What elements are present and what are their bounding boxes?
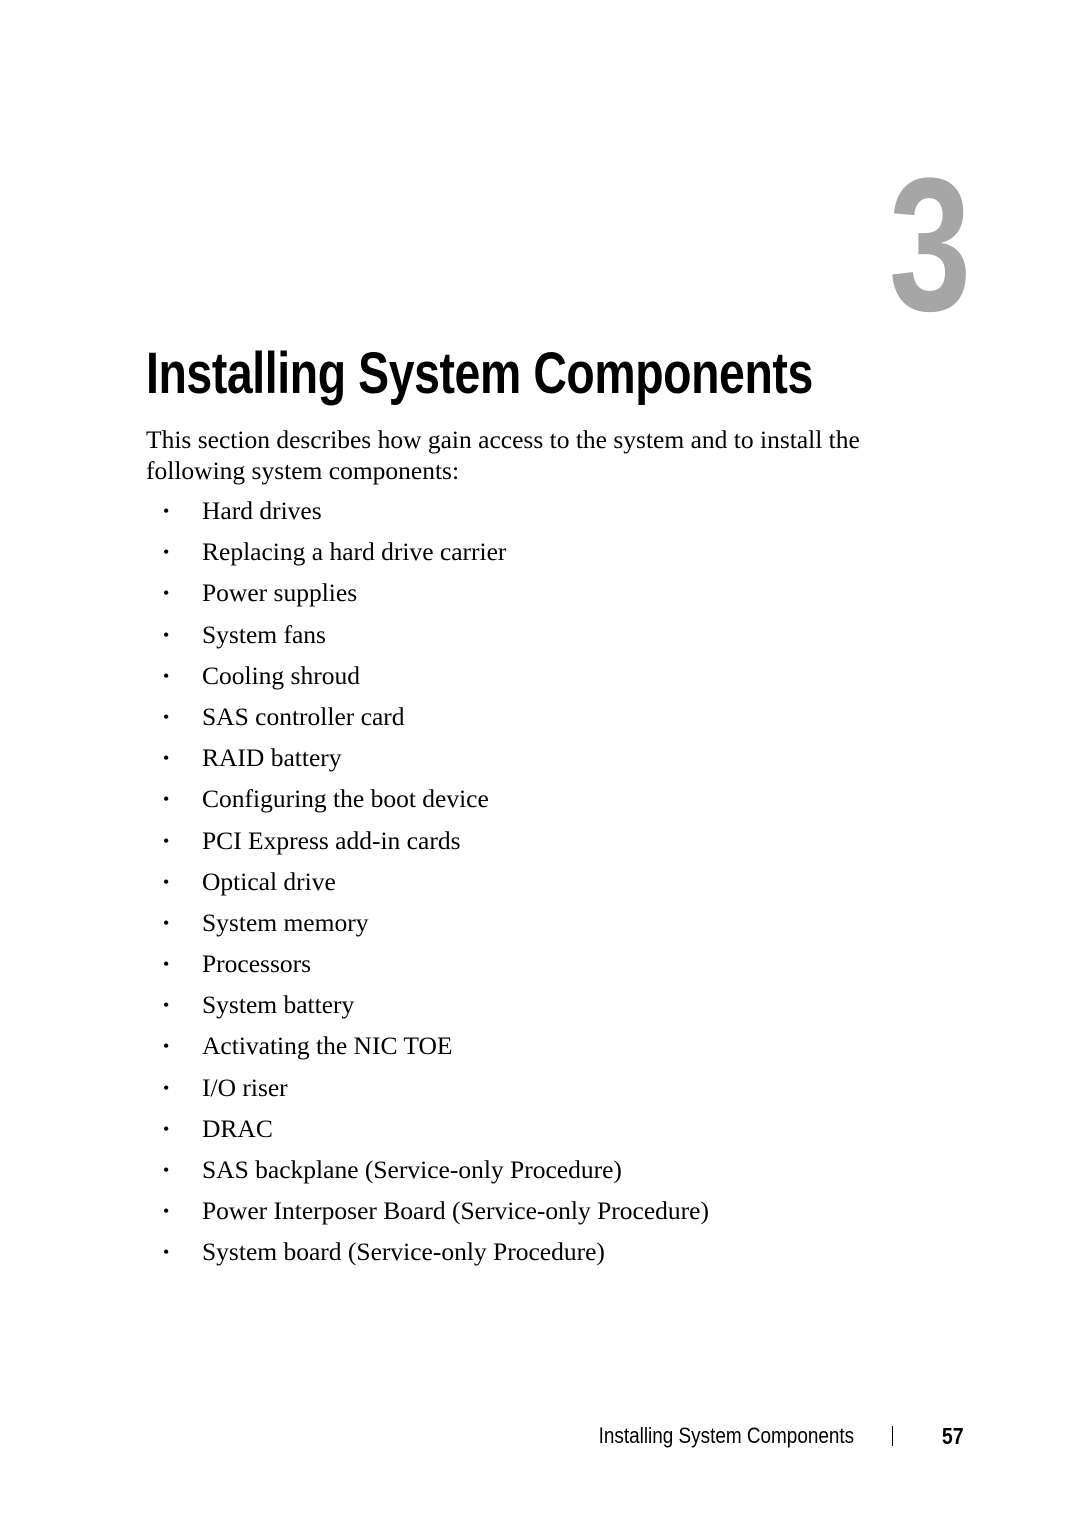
list-item: • SAS controller card bbox=[146, 700, 709, 741]
list-item: • RAID battery bbox=[146, 741, 709, 782]
list-item-label: System fans bbox=[202, 619, 326, 649]
list-item-label: RAID battery bbox=[202, 743, 342, 773]
bullet-icon: • bbox=[163, 912, 170, 933]
list-item: • DRAC bbox=[146, 1112, 709, 1153]
list-item-label: Processors bbox=[202, 949, 312, 979]
list-item: • System memory bbox=[146, 906, 709, 947]
bullet-icon: • bbox=[163, 1242, 170, 1263]
list-item-label: Replacing a hard drive carrier bbox=[202, 537, 507, 567]
list-item: • System fans bbox=[146, 618, 709, 659]
footer-divider bbox=[892, 1426, 893, 1446]
bullet-icon: • bbox=[163, 665, 170, 686]
chapter-number: 3 bbox=[889, 139, 971, 351]
list-item-label: System battery bbox=[202, 990, 355, 1020]
list-item-label: Hard drives bbox=[202, 496, 322, 525]
bullet-icon: • bbox=[163, 1118, 170, 1139]
bullet-icon: • bbox=[163, 1036, 170, 1057]
list-item-label: Power supplies bbox=[202, 578, 358, 608]
list-item: • I/O riser bbox=[146, 1071, 709, 1112]
list-item-label: DRAC bbox=[202, 1113, 273, 1143]
bullet-icon: • bbox=[163, 995, 170, 1016]
list-item-label: System memory bbox=[202, 907, 369, 937]
component-list: • Hard drives • Replacing a hard drive car… bbox=[146, 494, 709, 1277]
list-item-label: Optical drive bbox=[202, 866, 336, 896]
bullet-icon: • bbox=[163, 748, 170, 769]
chapter-title: Installing System Components bbox=[146, 341, 813, 406]
list-item: • Hard drives bbox=[146, 494, 709, 535]
list-item-label: Activating the NIC TOE bbox=[202, 1031, 453, 1061]
list-item: • Cooling shroud bbox=[146, 659, 709, 700]
bullet-icon: • bbox=[163, 706, 170, 727]
list-item: • Replacing a hard drive carrier bbox=[146, 535, 709, 576]
bullet-icon: • bbox=[163, 583, 170, 604]
page-number: 57 bbox=[942, 1423, 964, 1449]
bullet-icon: • bbox=[163, 542, 170, 563]
bullet-icon: • bbox=[163, 830, 170, 851]
list-item-label: Power Interposer Board (Service-only Pro… bbox=[202, 1196, 709, 1226]
list-item: • Activating the NIC TOE bbox=[146, 1029, 709, 1070]
bullet-icon: • bbox=[163, 1160, 170, 1180]
bullet-icon: • bbox=[163, 954, 170, 975]
list-item-label: Cooling shroud bbox=[202, 660, 360, 690]
bullet-icon: • bbox=[163, 624, 170, 645]
list-item: • Power supplies bbox=[146, 576, 709, 617]
footer-section-title: Installing System Components bbox=[598, 1423, 854, 1448]
list-item: • Power Interposer Board (Service-only Pr… bbox=[146, 1194, 709, 1235]
list-item-label: Configuring the boot device bbox=[202, 784, 489, 814]
list-item-label: I/O riser bbox=[202, 1072, 288, 1102]
page-footer: Installing System Components 57 bbox=[0, 1420, 1080, 1454]
list-item-label: PCI Express add-in cards bbox=[202, 825, 461, 855]
list-item: • Configuring the boot device bbox=[146, 782, 709, 823]
list-item-label: SAS controller card bbox=[202, 701, 405, 731]
bullet-icon: • bbox=[163, 1201, 170, 1222]
list-item: • Processors bbox=[146, 947, 709, 988]
list-item: • System battery bbox=[146, 988, 709, 1029]
list-item-label: System board (Service-only Procedure) bbox=[202, 1237, 605, 1267]
bullet-icon: • bbox=[163, 871, 170, 892]
list-item: • System board (Service-only Procedure) bbox=[146, 1235, 709, 1276]
list-item: • Optical drive bbox=[146, 865, 709, 906]
intro-paragraph: This section describes how gain access t… bbox=[146, 425, 860, 485]
bullet-icon: • bbox=[163, 789, 170, 810]
bullet-icon: • bbox=[163, 1077, 170, 1098]
list-item: • PCI Express add-in cards bbox=[146, 824, 709, 865]
list-item-label: SAS backplane (Service-only Procedure) bbox=[202, 1155, 622, 1184]
bullet-icon: • bbox=[163, 501, 170, 521]
list-item: • SAS backplane (Service-only Procedure) bbox=[146, 1153, 709, 1194]
